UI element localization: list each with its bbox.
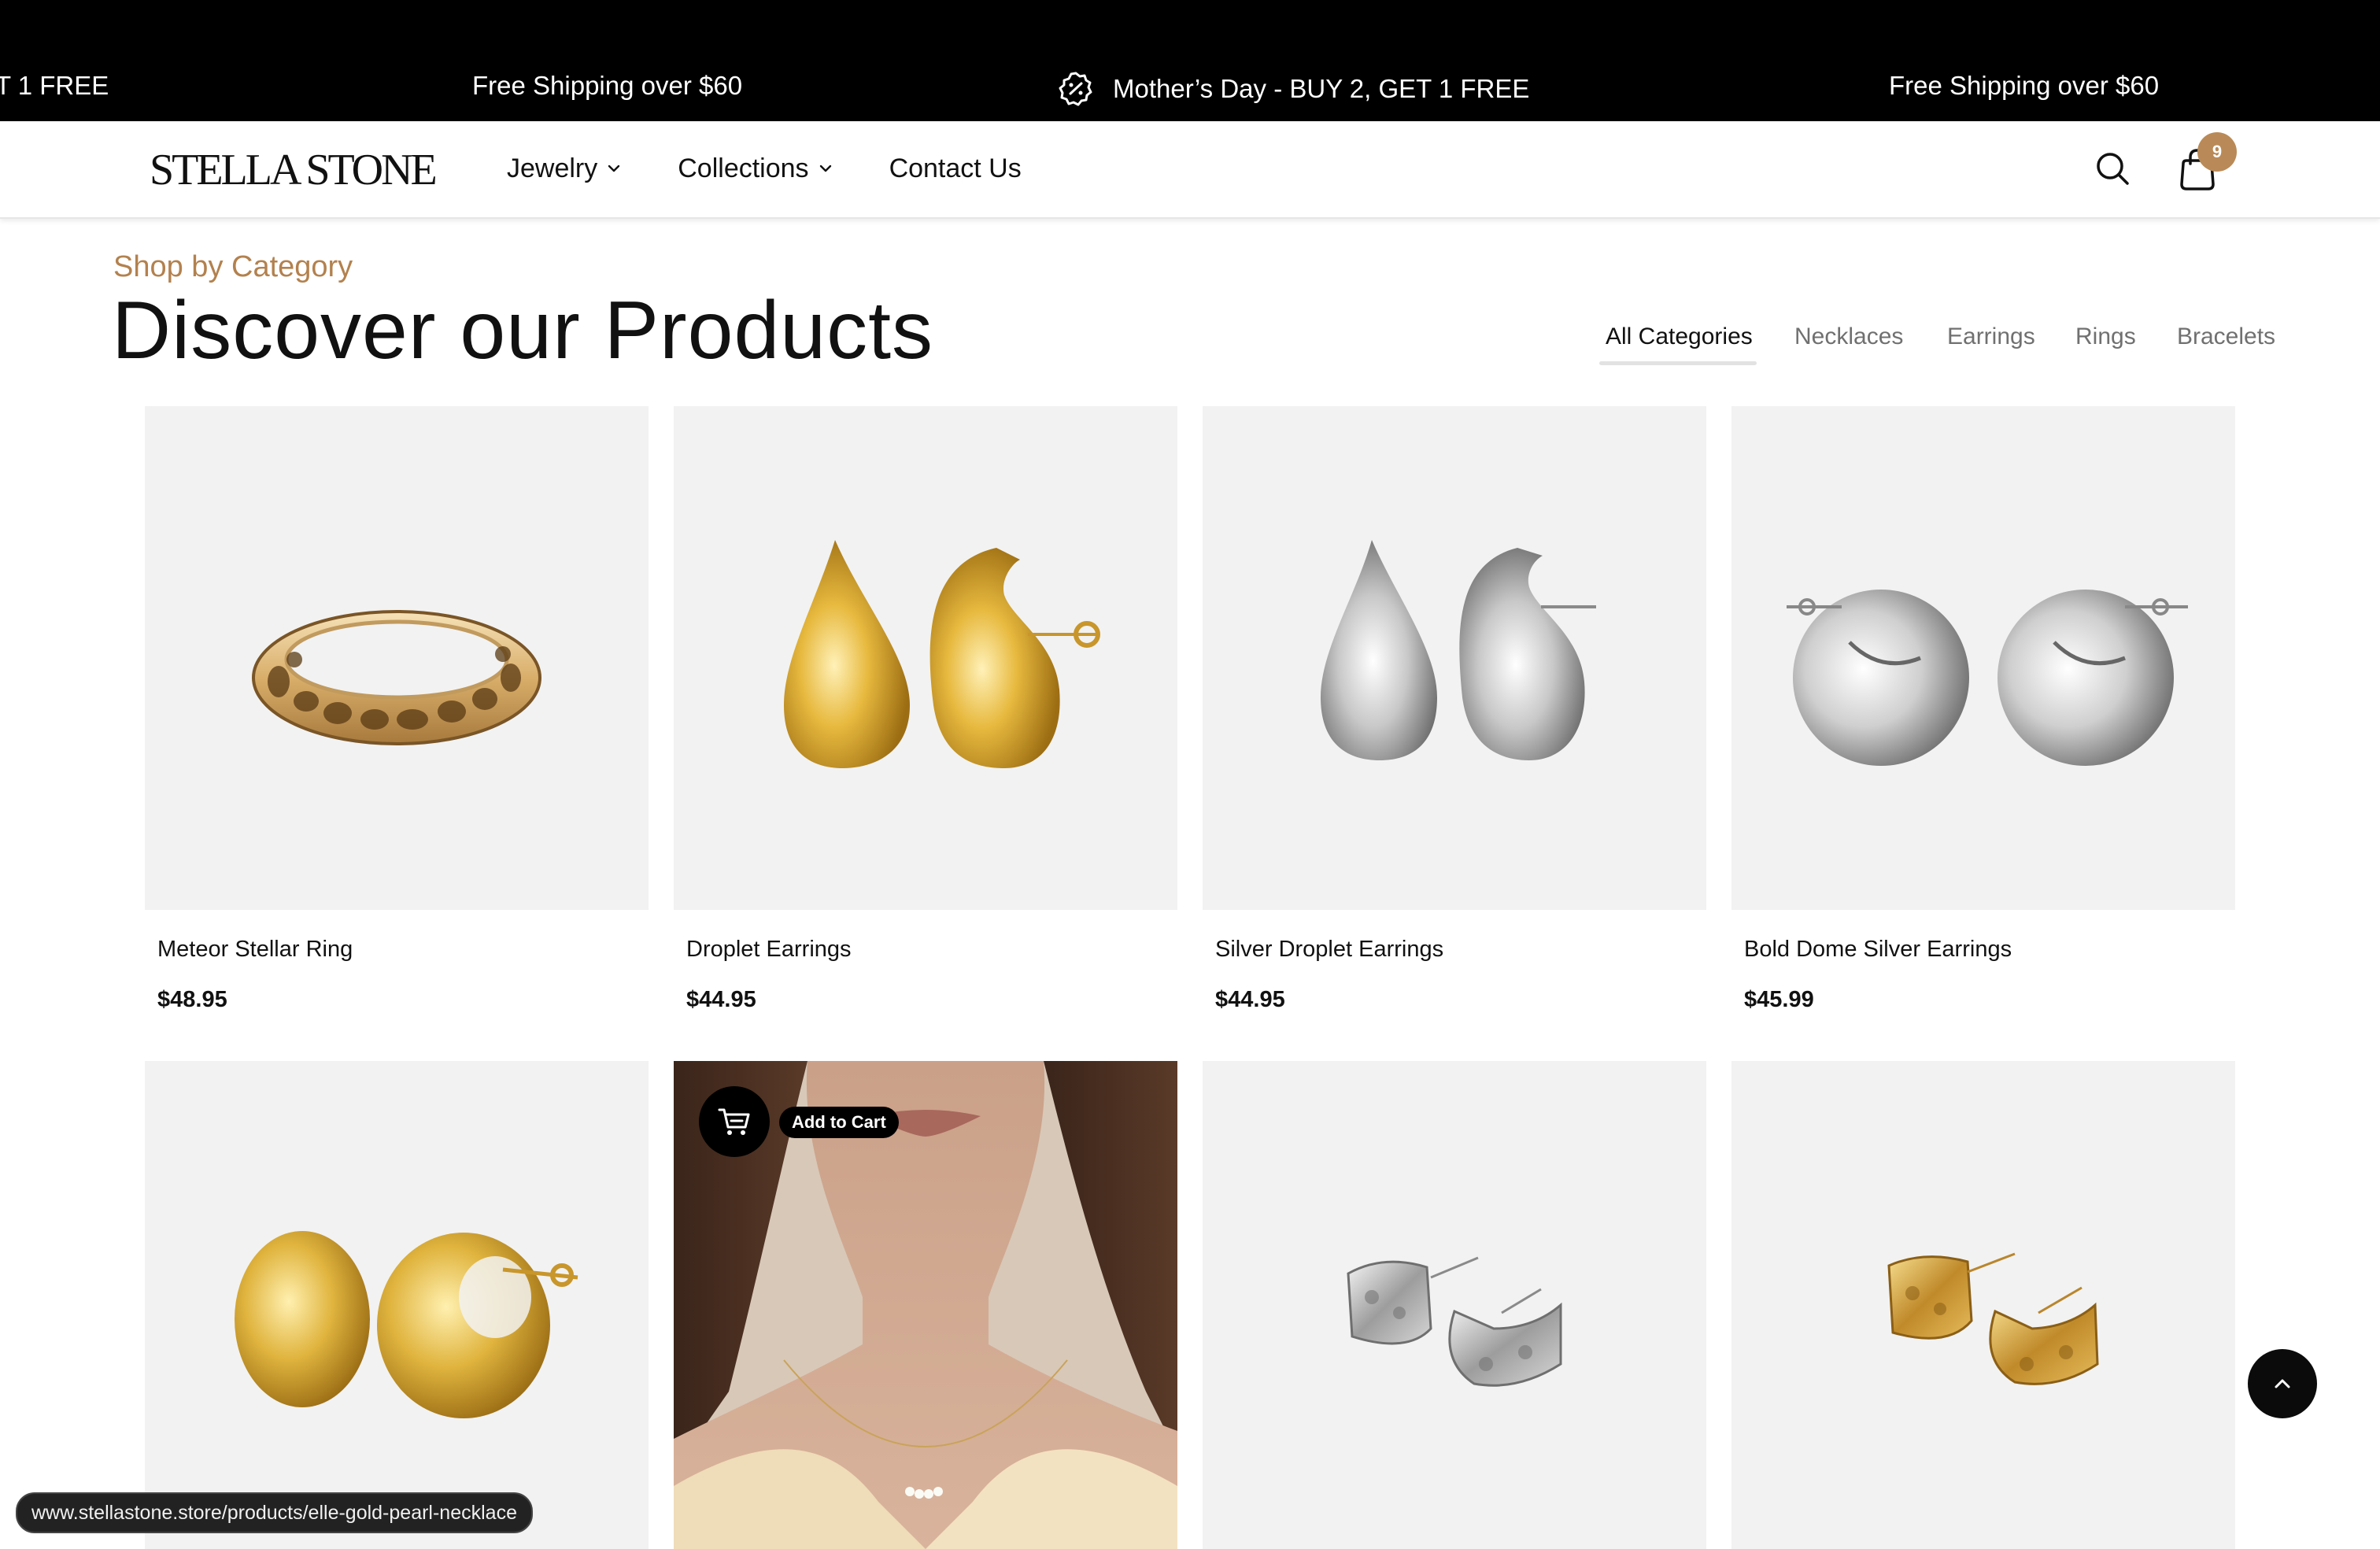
product-image[interactable] xyxy=(674,406,1177,910)
tab-rings[interactable]: Rings xyxy=(2075,321,2136,353)
product-image[interactable] xyxy=(1203,406,1706,910)
nav-item-jewelry[interactable]: Jewelry xyxy=(507,151,623,186)
announcement-message: Free Shipping over $60 xyxy=(1889,71,2160,100)
gold-droplet-earrings-image xyxy=(784,540,1100,768)
nav-label: Collections xyxy=(678,153,809,183)
chevron-down-icon xyxy=(819,165,831,172)
product-price: $45.99 xyxy=(1744,987,1814,1012)
silver-hammered-hoops-image xyxy=(1347,1256,1562,1387)
announcement-message-promo: Mother’s Day - BUY 2, GET 1 FREE xyxy=(1058,71,1529,107)
status-bar-url: www.stellastone.store/products/elle-gold… xyxy=(16,1492,533,1533)
add-to-cart-tooltip: Add to Cart xyxy=(779,1107,899,1138)
product-card[interactable]: Add to Cart xyxy=(674,1061,1177,1549)
product-card[interactable]: Meteor Stellar Ring $48.95 xyxy=(145,406,649,1028)
gold-hammered-hoops-image xyxy=(1887,1252,2099,1385)
nav-label: Contact Us xyxy=(889,153,1022,183)
discount-badge-icon xyxy=(1059,72,1092,106)
announcement-message: Free Shipping over $60 xyxy=(472,71,743,100)
main-nav: Jewelry Collections Contact Us xyxy=(507,151,1077,186)
chevron-up-icon xyxy=(2275,1379,2290,1388)
product-image[interactable] xyxy=(145,1061,649,1549)
page-title: Discover our Products xyxy=(112,285,934,376)
product-card[interactable] xyxy=(1731,1061,2235,1549)
product-price: $44.95 xyxy=(686,987,756,1012)
product-price: $44.95 xyxy=(1215,987,1285,1012)
announcement-promo-text: Mother’s Day - BUY 2, GET 1 FREE xyxy=(1113,74,1530,103)
add-to-cart-button[interactable] xyxy=(699,1086,770,1157)
gold-dome-earrings-image xyxy=(235,1231,578,1418)
product-image[interactable] xyxy=(1203,1061,1706,1549)
product-name[interactable]: Meteor Stellar Ring xyxy=(157,937,353,963)
nav-label: Jewelry xyxy=(507,153,598,183)
nav-item-collections[interactable]: Collections xyxy=(678,151,833,186)
product-name[interactable]: Silver Droplet Earrings xyxy=(1215,937,1443,963)
product-name[interactable]: Bold Dome Silver Earrings xyxy=(1744,937,2012,963)
chevron-down-icon xyxy=(608,165,620,172)
product-image[interactable] xyxy=(145,406,649,910)
search-icon[interactable] xyxy=(2094,150,2131,187)
tab-bracelets[interactable]: Bracelets xyxy=(2177,321,2275,353)
nav-item-contact-us[interactable]: Contact Us xyxy=(889,151,1022,186)
tab-earrings[interactable]: Earrings xyxy=(1947,321,2035,353)
ring-image xyxy=(252,610,541,745)
product-image[interactable] xyxy=(1731,1061,2235,1549)
silver-dome-earrings-image xyxy=(1787,590,2188,766)
product-image[interactable] xyxy=(1731,406,2235,910)
site-header: STELLA STONE Jewelry Collections Contact… xyxy=(0,121,2380,219)
product-name[interactable]: Droplet Earrings xyxy=(686,937,852,963)
silver-droplet-earrings-image xyxy=(1321,540,1596,760)
product-image[interactable]: Add to Cart xyxy=(674,1061,1177,1549)
cart-count-badge: 9 xyxy=(2197,132,2237,172)
product-price: $48.95 xyxy=(157,987,227,1012)
product-card[interactable]: Droplet Earrings $44.95 xyxy=(674,406,1177,1028)
section-eyebrow: Shop by Category xyxy=(113,250,353,283)
product-card[interactable] xyxy=(145,1061,649,1549)
product-card[interactable]: Silver Droplet Earrings $44.95 xyxy=(1203,406,1706,1028)
announcement-message: T 1 FREE xyxy=(0,71,109,100)
site-logo[interactable]: STELLA STONE xyxy=(150,146,438,194)
back-to-top-button[interactable] xyxy=(2248,1349,2317,1418)
active-tab-indicator xyxy=(1599,361,1757,365)
product-card[interactable]: Bold Dome Silver Earrings $45.99 xyxy=(1731,406,2235,1028)
announcement-bar: T 1 FREE Free Shipping over $60 Mother’s… xyxy=(0,0,2380,121)
tab-necklaces[interactable]: Necklaces xyxy=(1794,321,1903,353)
tab-all-categories[interactable]: All Categories xyxy=(1606,321,1753,353)
product-card[interactable] xyxy=(1203,1061,1706,1549)
cart-icon xyxy=(718,1108,750,1135)
